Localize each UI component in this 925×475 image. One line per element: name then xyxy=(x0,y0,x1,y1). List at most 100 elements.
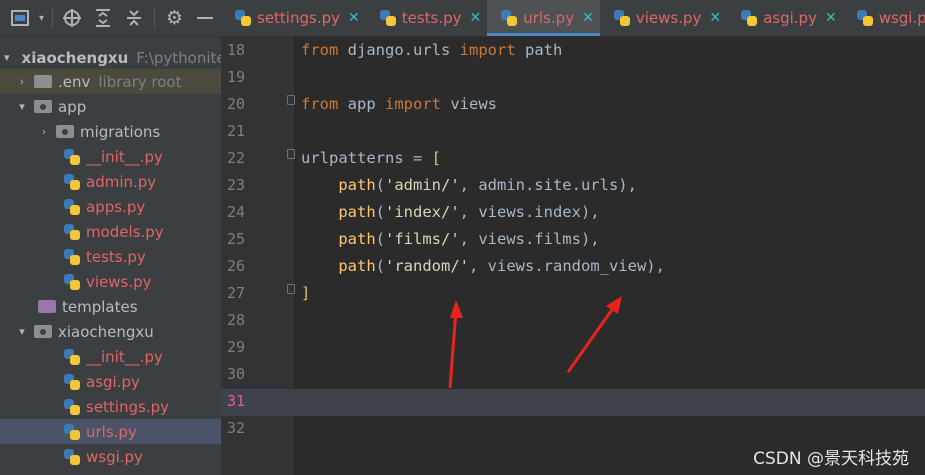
chevron-down-icon[interactable]: ▾ xyxy=(16,100,28,113)
tree-item-pkg-init[interactable]: __init__.py xyxy=(0,344,221,369)
line-number: 24 xyxy=(226,203,245,221)
tree-item-label: app xyxy=(58,97,87,116)
project-icon[interactable] xyxy=(4,3,35,33)
code-line[interactable]: urlpatterns = [ xyxy=(301,145,441,172)
annotation-arrows xyxy=(448,296,622,389)
code-editor[interactable]: 18 19 20 21 22 23 24 25 26 27 28 29 30 31 32 from djan… xyxy=(221,37,925,475)
minimize-icon[interactable] xyxy=(190,3,221,33)
close-icon[interactable]: ✕ xyxy=(470,10,482,26)
tree-item-settings[interactable]: settings.py xyxy=(0,394,221,419)
tree-item-label: asgi.py xyxy=(86,372,140,391)
tab-label: urls.py xyxy=(523,9,575,27)
tree-item-label: .env xyxy=(58,72,91,91)
tree-item-label: admin.py xyxy=(86,172,157,191)
line-number: 20 xyxy=(226,95,245,113)
tree-root-path: F:\pythoniter xyxy=(136,48,221,67)
chevron-down-icon[interactable]: ▾ xyxy=(35,3,48,33)
python-file-icon xyxy=(235,10,251,26)
tree-item-app-init[interactable]: __init__.py xyxy=(0,144,221,169)
close-icon[interactable]: ✕ xyxy=(348,10,360,26)
expand-all-icon[interactable] xyxy=(88,3,119,33)
tab-tests[interactable]: tests.py ✕ xyxy=(366,0,488,36)
tree-item-env[interactable]: › .env library root xyxy=(0,69,221,94)
python-file-icon xyxy=(613,10,630,26)
fold-marker-icon[interactable] xyxy=(287,149,295,159)
line-number: 31 xyxy=(226,392,245,410)
tree-root-xiaochengxu[interactable]: ▾ xiaochengxu F:\pythoniter xyxy=(0,45,221,70)
tree-item-wsgi[interactable]: wsgi.py xyxy=(0,444,221,469)
tree-item-asgi[interactable]: asgi.py xyxy=(0,369,221,394)
line-number: 21 xyxy=(226,122,245,140)
code-line[interactable]: path('admin/', admin.site.urls), xyxy=(301,172,637,199)
tab-label: views.py xyxy=(635,9,702,27)
chevron-down-icon[interactable]: ▾ xyxy=(16,325,28,338)
code-line[interactable]: ] xyxy=(301,280,310,307)
fold-marker-icon[interactable] xyxy=(287,284,295,294)
tree-item-label: templates xyxy=(62,297,138,316)
line-number: 28 xyxy=(226,311,245,329)
code-line[interactable]: from app import views xyxy=(301,91,497,118)
close-icon[interactable]: ✕ xyxy=(825,10,837,26)
annotation-arrowhead-right xyxy=(606,296,622,314)
python-file-icon xyxy=(64,423,80,440)
annotation-arrowhead-left xyxy=(450,300,463,318)
tab-wsgi[interactable]: wsgi.py ✕ xyxy=(843,0,925,36)
collapse-all-icon[interactable] xyxy=(119,3,150,33)
tree-item-label: __init__.py xyxy=(86,147,163,166)
code-line[interactable]: from django.urls import path xyxy=(301,37,562,64)
folder-icon xyxy=(38,300,56,313)
fold-marker-icon[interactable] xyxy=(287,95,295,105)
python-file-icon xyxy=(64,398,80,415)
tree-item-label: views.py xyxy=(86,272,152,291)
python-file-icon xyxy=(64,248,80,265)
line-number: 26 xyxy=(226,257,245,275)
tree-item-label: migrations xyxy=(80,122,161,141)
line-number: 22 xyxy=(226,149,245,167)
line-number: 19 xyxy=(226,68,245,86)
tab-views[interactable]: views.py ✕ xyxy=(600,0,727,36)
annotation-arrow-right xyxy=(566,303,618,373)
tree-item-label: __init__.py xyxy=(86,347,163,366)
tab-settings[interactable]: settings.py ✕ xyxy=(221,0,366,36)
tree-item-label: apps.py xyxy=(86,197,146,216)
line-number: 29 xyxy=(226,338,245,356)
tree-item-models[interactable]: models.py xyxy=(0,219,221,244)
close-icon[interactable]: ✕ xyxy=(582,10,594,26)
tree-item-urls[interactable]: urls.py xyxy=(0,419,221,444)
tree-item-views[interactable]: views.py xyxy=(0,269,221,294)
tree-item-templates[interactable]: templates xyxy=(0,294,221,319)
chevron-right-icon[interactable]: › xyxy=(16,75,28,88)
python-file-icon xyxy=(856,10,873,26)
tree-item-migrations[interactable]: › migrations xyxy=(0,119,221,144)
tab-asgi[interactable]: asgi.py ✕ xyxy=(727,0,843,36)
chevron-down-icon[interactable]: ▾ xyxy=(4,51,10,64)
tree-item-apps[interactable]: apps.py xyxy=(0,194,221,219)
library-root-tag: library root xyxy=(98,72,182,91)
code-area[interactable]: from django.urls import path from app imp… xyxy=(301,37,925,475)
tree-item-label: models.py xyxy=(86,222,164,241)
python-file-icon xyxy=(64,223,80,240)
tree-item-app[interactable]: ▾ app xyxy=(0,94,221,119)
python-file-icon xyxy=(64,173,80,190)
code-line[interactable]: path('films/', views.films), xyxy=(301,226,599,253)
line-number: 30 xyxy=(226,365,245,383)
folder-icon xyxy=(34,75,52,88)
target-icon[interactable] xyxy=(57,3,88,33)
code-line[interactable]: path('random/', views.random_view), xyxy=(301,253,665,280)
tree-item-xiaochengxu-pkg[interactable]: ▾ xiaochengxu xyxy=(0,319,221,344)
tree-item-tests[interactable]: tests.py xyxy=(0,244,221,269)
close-icon[interactable]: ✕ xyxy=(709,10,721,26)
editor-tab-bar: settings.py ✕ tests.py ✕ urls.py ✕ views… xyxy=(221,0,925,37)
tree-item-label: tests.py xyxy=(86,247,146,266)
line-number: 25 xyxy=(226,230,245,248)
python-file-icon xyxy=(64,348,80,365)
tree-root-label: xiaochengxu xyxy=(21,48,129,67)
csdn-watermark: CSDN @景天科技苑 xyxy=(753,449,909,469)
chevron-right-icon[interactable]: › xyxy=(38,125,50,138)
tree-item-admin[interactable]: admin.py xyxy=(0,169,221,194)
tab-urls[interactable]: urls.py ✕ xyxy=(487,0,600,36)
folder-icon xyxy=(34,100,52,113)
python-file-icon xyxy=(379,10,396,26)
code-line[interactable]: path('index/', views.index), xyxy=(301,199,599,226)
gear-icon[interactable]: ⚙ xyxy=(159,3,190,33)
